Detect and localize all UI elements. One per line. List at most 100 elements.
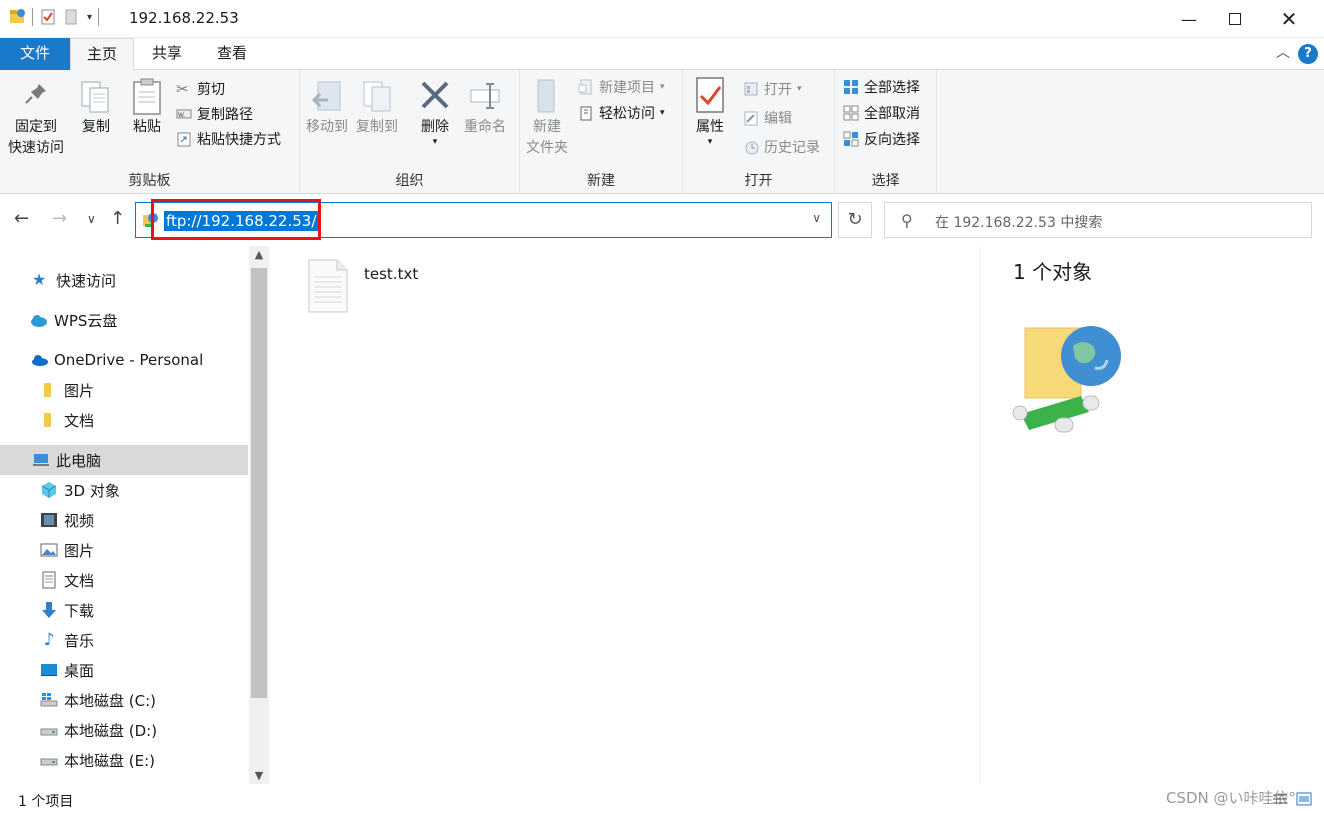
invert-selection-icon [843,131,859,147]
sidebar-item-downloads[interactable]: 下载 [0,595,248,625]
large-icons-view-icon[interactable] [1296,792,1312,806]
forward-arrow-icon[interactable]: → [52,208,67,229]
search-box[interactable]: ⚲ 在 192.168.22.53 中搜索 [884,202,1312,238]
sidebar-item-label: 桌面 [64,661,95,680]
sidebar-item-label: 文档 [64,571,95,590]
sidebar-item-music[interactable]: ♪ 音乐 [0,625,248,655]
file-item[interactable]: test.txt [300,256,460,320]
sidebar-item-onedrive-pictures[interactable]: 图片 [0,375,248,405]
new-folder-qa-icon[interactable] [63,8,81,26]
sidebar-item-drive-c[interactable]: 本地磁盘 (C:) [0,685,248,715]
sidebar-item-this-pc[interactable]: 此电脑 [0,445,248,475]
title-bar: ▾ 192.168.22.53 — ✕ [0,0,1324,38]
copy-to-label: 复制到 [356,119,398,135]
delete-button[interactable]: 删除 ▾ [418,76,452,147]
easy-access-button[interactable]: 轻松访问 ▾ [578,102,665,124]
sidebar-item-label: 图片 [64,541,95,560]
folder-icon [44,383,51,397]
navigation-pane: ★ 快速访问 WPS云盘 OneDrive - Personal 图片 文档 此… [0,246,248,784]
copy-icon [81,81,109,113]
pin-label: 固定到 快速访问 [8,119,64,156]
properties-dropdown-icon[interactable]: ▾ [708,138,713,147]
delete-dropdown-icon[interactable]: ▾ [433,138,438,147]
collapse-ribbon-icon[interactable]: ︿ [1276,42,1290,62]
sidebar-item-label: 本地磁盘 (D:) [64,721,158,740]
sidebar-item-label: 图片 [64,381,95,400]
tab-home[interactable]: 主页 [70,38,134,71]
tab-view[interactable]: 查看 [200,38,264,70]
sidebar-item-drive-d[interactable]: 本地磁盘 (D:) [0,715,248,745]
back-arrow-icon[interactable]: ← [14,208,29,229]
select-all-button[interactable]: 全部选择 [843,76,920,98]
select-group-label: 选择 [871,173,900,189]
sidebar-item-drive-e[interactable]: 本地磁盘 (E:) [0,745,248,775]
edit-icon [744,111,758,126]
sidebar-item-onedrive-documents[interactable]: 文档 [0,405,248,435]
invert-selection-button[interactable]: 反向选择 [843,128,920,150]
new-folder-button[interactable]: 新建 文件夹 [526,76,568,159]
svg-text:W.: W. [178,112,185,119]
scroll-up-icon[interactable]: ▲ [249,248,269,261]
sidebar-item-quick-access[interactable]: ★ 快速访问 [0,265,248,295]
sidebar-item-label: 视频 [64,511,95,530]
properties-button[interactable]: 属性 ▾ [693,76,727,147]
address-history-chevron-icon[interactable]: ∨ [812,211,821,225]
sidebar-item-label: 文档 [64,411,95,430]
scissors-icon: ✂ [176,80,189,98]
refresh-icon: ↻ [847,209,863,230]
minimize-button[interactable]: — [1166,0,1212,38]
explorer-app-icon[interactable] [8,8,26,26]
video-icon [41,513,57,527]
tab-file[interactable]: 文件 [0,38,70,70]
select-none-button[interactable]: 全部取消 [843,102,920,124]
sidebar-scrollbar[interactable]: ▲ ▼ [249,246,269,784]
open-button[interactable]: 打开 ▾ [743,78,802,100]
folder-icon [44,413,51,427]
pin-icon [25,84,46,104]
easy-access-icon [580,106,592,121]
edit-button[interactable]: 编辑 [743,107,792,129]
up-arrow-icon[interactable]: ↑ [110,208,125,229]
organize-group-label: 组织 [395,173,424,189]
paste-button[interactable]: 粘贴 [130,76,164,138]
rename-button[interactable]: 重命名 [464,76,506,138]
close-button[interactable]: ✕ [1266,0,1312,38]
history-button[interactable]: 历史记录 [743,136,820,158]
help-icon[interactable]: ? [1298,44,1318,64]
refresh-button[interactable]: ↻ [838,202,872,238]
properties-qa-icon[interactable] [39,8,57,26]
sidebar-item-3d-objects[interactable]: 3D 对象 [0,475,248,505]
ribbon: 固定到 快速访问 复制 粘贴 ✂ 剪切 W. 复制路径 粘贴快捷方式 剪贴板 移… [0,70,1324,194]
new-item-button[interactable]: 新建项目 ▾ [578,76,665,98]
move-to-button[interactable]: 移动到 [306,76,348,138]
copy-path-button[interactable]: W. 复制路径 [176,103,253,125]
sidebar-item-documents[interactable]: 文档 [0,565,248,595]
tab-share[interactable]: 共享 [134,38,200,70]
cut-label: 剪切 [197,82,225,98]
open-icon [744,82,758,96]
new-item-dropdown-icon: ▾ [660,82,665,92]
sidebar-item-desktop[interactable]: 桌面 [0,655,248,685]
details-view-icon[interactable] [1272,792,1288,806]
select-none-label: 全部取消 [864,106,920,122]
properties-label: 属性 [696,119,724,135]
sidebar-item-pictures[interactable]: 图片 [0,535,248,565]
rename-label: 重命名 [464,119,506,135]
sidebar-item-wps-cloud[interactable]: WPS云盘 [0,305,248,335]
pin-quick-access-button[interactable]: 固定到 快速访问 [8,76,64,159]
recent-locations-chevron-icon[interactable]: ∨ [87,212,96,226]
rename-icon [470,83,500,109]
cut-button[interactable]: ✂ 剪切 [176,78,225,100]
copy-to-button[interactable]: 复制到 [356,76,398,138]
new-folder-icon [537,79,555,113]
sidebar-item-videos[interactable]: 视频 [0,505,248,535]
delete-label: 删除 [421,119,449,135]
sidebar-item-onedrive[interactable]: OneDrive - Personal [0,345,248,375]
paste-shortcut-button[interactable]: 粘贴快捷方式 [176,128,281,150]
maximize-button[interactable] [1212,0,1258,38]
customize-qa-chevron-icon[interactable]: ▾ [87,12,92,23]
copy-button[interactable]: 复制 [79,76,113,138]
window-title: 192.168.22.53 [129,9,239,27]
scrollbar-thumb[interactable] [251,268,267,698]
scroll-down-icon[interactable]: ▼ [249,769,269,782]
